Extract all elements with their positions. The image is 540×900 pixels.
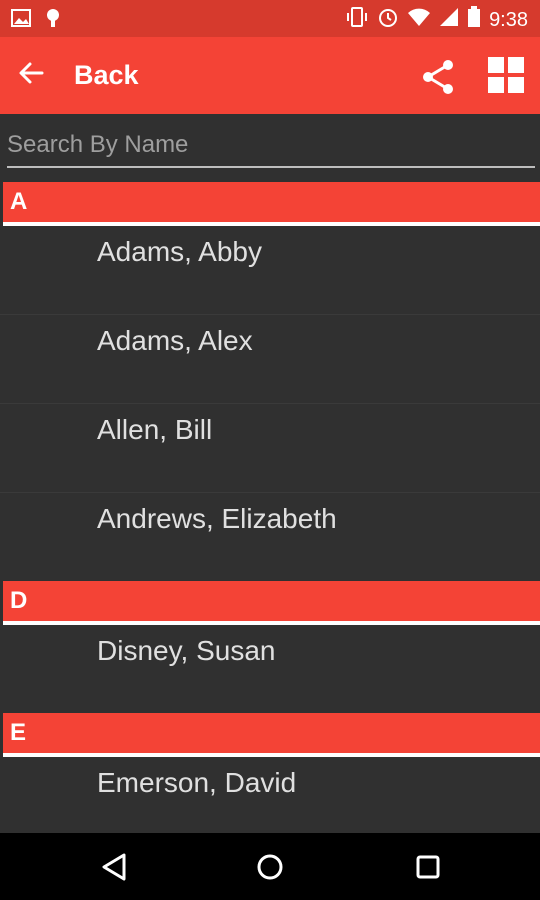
contact-name: Emerson, David <box>97 767 297 798</box>
section-letter: D <box>10 587 28 614</box>
section-header-d: D <box>3 581 540 625</box>
back-icon <box>96 853 132 889</box>
clock: 9:38 <box>489 8 528 31</box>
list-item[interactable]: Allen, Bill <box>0 403 540 492</box>
back-button[interactable]: Back <box>18 37 139 114</box>
system-nav-bar <box>0 833 540 900</box>
grid-icon <box>486 57 526 99</box>
contact-name: Andrews, Elizabeth <box>97 503 337 534</box>
battery-icon <box>467 6 481 33</box>
contact-name: Adams, Abby <box>97 236 262 267</box>
vibrate-icon <box>345 6 369 33</box>
grid-view-button[interactable] <box>486 55 526 95</box>
section-d: D Disney, Susan <box>0 581 540 713</box>
recents-icon <box>410 855 446 889</box>
contact-name: Adams, Alex <box>97 325 253 356</box>
nav-recents-button[interactable] <box>410 849 446 885</box>
arrow-back-icon <box>18 60 44 91</box>
list-item[interactable]: Disney, Susan <box>0 625 540 713</box>
contact-name: Allen, Bill <box>97 414 213 445</box>
section-letter: A <box>10 188 28 215</box>
app-bar: Back <box>0 37 540 114</box>
image-icon <box>10 7 32 34</box>
status-bar: 9:38 <box>0 0 540 37</box>
list-item[interactable]: Andrews, Elizabeth <box>0 492 540 581</box>
wifi-icon <box>407 7 431 32</box>
section-header-e: E <box>3 713 540 757</box>
list-item[interactable]: Adams, Abby <box>0 226 540 314</box>
section-e: E Emerson, David <box>0 713 540 845</box>
share-button[interactable] <box>418 57 458 97</box>
contact-name: Disney, Susan <box>97 635 276 666</box>
list-item[interactable]: Adams, Alex <box>0 314 540 403</box>
contact-list: A Adams, Abby Adams, Alex Allen, Bill An… <box>0 182 540 845</box>
alarm-icon <box>377 6 399 33</box>
nav-back-button[interactable] <box>96 849 132 885</box>
share-icon <box>418 60 458 101</box>
section-header-a: A <box>3 182 540 226</box>
back-label: Back <box>74 60 139 90</box>
search-input[interactable] <box>7 126 535 164</box>
nav-home-button[interactable] <box>252 849 288 885</box>
list-item[interactable]: Emerson, David <box>0 757 540 845</box>
search-field <box>7 126 535 168</box>
section-a: A Adams, Abby Adams, Alex Allen, Bill An… <box>0 182 540 581</box>
section-letter: E <box>10 719 27 746</box>
home-icon <box>252 854 288 889</box>
signal-icon <box>439 7 459 32</box>
android-icon <box>42 7 64 34</box>
